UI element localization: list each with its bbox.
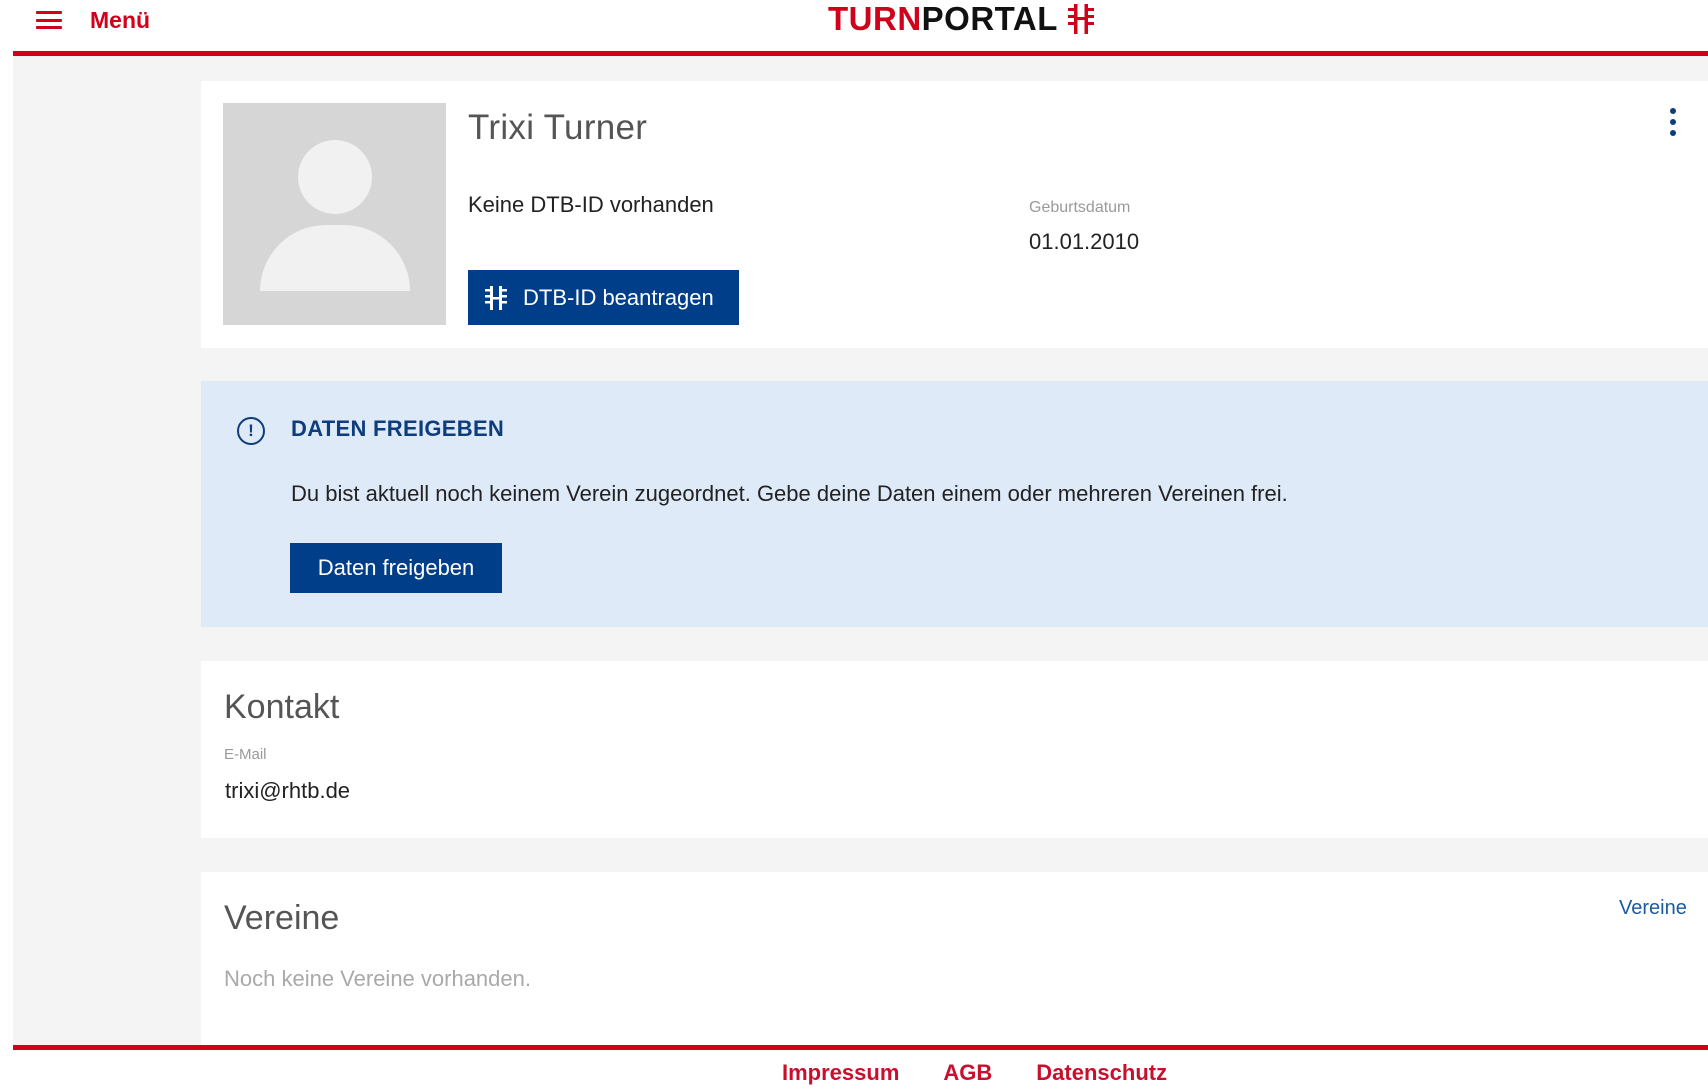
clubs-empty-message: Noch keine Vereine vorhanden. [224, 966, 531, 991]
birthdate-label: Geburtsdatum [1029, 199, 1131, 216]
avatar-placeholder [223, 103, 446, 325]
birthdate-value: 01.01.2010 [1029, 229, 1140, 254]
share-data-button[interactable]: Daten freigeben [290, 543, 502, 593]
avatar-head [298, 140, 372, 214]
request-dtb-id-label: DTB-ID beantragen [523, 284, 714, 310]
clubs-card [201, 872, 1708, 1045]
footer-link-datenschutz[interactable]: Datenschutz [1036, 1060, 1167, 1086]
email-label: E-Mail [224, 746, 267, 763]
notice-title: DATEN FREIGEBEN [291, 416, 505, 441]
menu-button[interactable]: Menü [36, 4, 150, 36]
dtb-emblem-icon [485, 285, 507, 310]
clubs-link[interactable]: Vereine [1619, 897, 1687, 920]
clubs-title: Vereine [224, 899, 340, 937]
profile-name: Trixi Turner [468, 108, 648, 147]
email-value: trixi@rhtb.de [225, 778, 351, 803]
contact-card [201, 661, 1708, 838]
footer-link-agb[interactable]: AGB [943, 1060, 992, 1086]
footer-links: Impressum AGB Datenschutz [782, 1060, 1167, 1086]
request-dtb-id-button[interactable]: DTB-ID beantragen [468, 270, 739, 325]
more-options-icon[interactable] [1665, 108, 1681, 136]
turnportal-logo[interactable]: TURN PORTAL [828, 0, 1094, 38]
footer-link-impressum[interactable]: Impressum [782, 1060, 899, 1086]
avatar-body [260, 225, 410, 291]
notice-text: Du bist aktuell noch keinem Verein zugeo… [291, 481, 1288, 506]
dtb-id-status: Keine DTB-ID vorhanden [468, 192, 714, 217]
logo-text-portal: PORTAL [921, 0, 1058, 37]
info-alert-icon: ! [237, 417, 265, 445]
hamburger-icon [36, 11, 62, 29]
dtb-emblem-icon [1067, 4, 1094, 34]
header: Menü TURN PORTAL [0, 0, 1708, 51]
menu-label: Menü [90, 6, 151, 33]
contact-title: Kontakt [224, 688, 340, 726]
logo-text-turn: TURN [828, 0, 922, 37]
